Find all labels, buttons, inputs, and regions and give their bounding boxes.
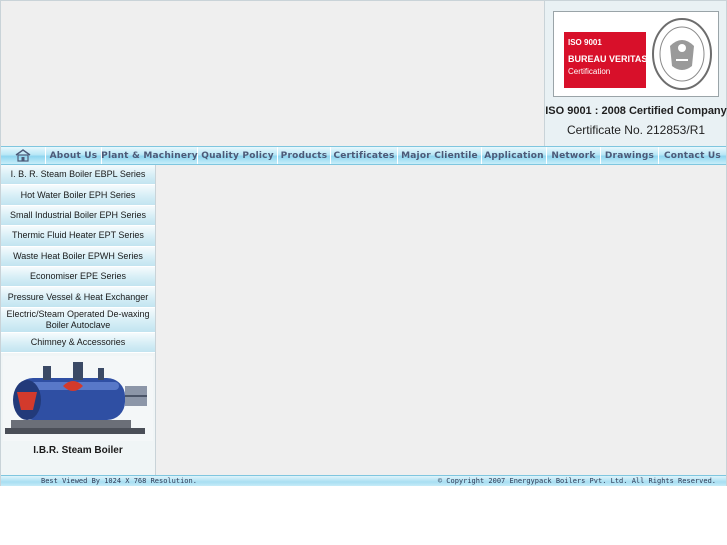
bureau-veritas-badge: ISO 9001 BUREAU VERITAS Certification	[564, 32, 648, 88]
bureau-veritas-logo: ISO 9001 BUREAU VERITAS Certification	[553, 11, 719, 97]
resolution-note: Best Viewed By 1024 X 768 Resolution.	[41, 477, 197, 485]
nav-network[interactable]: Network	[547, 147, 601, 164]
nav-plant-machinery[interactable]: Plant & Machinery	[101, 147, 198, 164]
header: ISO 9001 BUREAU VERITAS Certification IS…	[1, 1, 727, 146]
copyright-text: © Copyright 2007 Energypack Boilers Pvt.…	[437, 477, 716, 485]
sidebar-item-hot-water-boiler[interactable]: Hot Water Boiler EPH Series	[1, 185, 155, 206]
nav-application[interactable]: Application	[482, 147, 547, 164]
home-icon	[15, 149, 31, 162]
logo-iso-text: ISO 9001	[568, 38, 602, 47]
certificate-number: Certificate No. 212853/R1	[566, 123, 706, 137]
sidebar-item-dewaxing-autoclave[interactable]: Electric/Steam Operated De-waxing Boiler…	[1, 307, 155, 333]
logo-brand-text: BUREAU VERITAS	[568, 54, 648, 64]
sidebar-item-waste-heat-boiler[interactable]: Waste Heat Boiler EPWH Series	[1, 246, 155, 267]
iso-certified-title: ISO 9001 : 2008 Certified Company	[545, 105, 727, 117]
sidebar-item-ibr-steam-boiler[interactable]: I. B. R. Steam Boiler EBPL Series	[1, 165, 155, 186]
sidebar-item-pressure-vessel[interactable]: Pressure Vessel & Heat Exchanger	[1, 287, 155, 308]
boiler-image-caption: I.B.R. Steam Boiler	[33, 445, 123, 456]
top-nav: About Us Plant & Machinery Quality Polic…	[1, 146, 726, 165]
sidebar-item-chimney-accessories[interactable]: Chimney & Accessories	[1, 332, 155, 354]
main-content	[157, 165, 726, 475]
nav-about-us[interactable]: About Us	[46, 147, 102, 164]
nav-major-clientile[interactable]: Major Clientile	[398, 147, 482, 164]
sidebar-item-economiser[interactable]: Economiser EPE Series	[1, 266, 155, 288]
nav-drawings[interactable]: Drawings	[601, 147, 659, 164]
sidebar-item-thermic-fluid-heater[interactable]: Thermic Fluid Heater EPT Series	[1, 226, 155, 247]
page: ISO 9001 BUREAU VERITAS Certification IS…	[0, 0, 727, 486]
sidebar-item-small-industrial-boiler[interactable]: Small Industrial Boiler EPH Series	[1, 205, 155, 227]
nav-certificates[interactable]: Certificates	[331, 147, 398, 164]
bureau-veritas-seal-icon	[652, 18, 712, 90]
steam-boiler-image	[3, 356, 153, 441]
logo-certification-text: Certification	[568, 67, 611, 76]
certificate-panel: ISO 9001 BUREAU VERITAS Certification IS…	[544, 1, 727, 146]
nav-quality-policy[interactable]: Quality Policy	[198, 147, 278, 164]
product-sidebar: I. B. R. Steam Boiler EBPL Series Hot Wa…	[1, 165, 156, 475]
footer: Best Viewed By 1024 X 768 Resolution. © …	[1, 475, 726, 486]
nav-contact-us[interactable]: Contact Us	[659, 147, 726, 164]
nav-home[interactable]	[1, 147, 46, 164]
nav-products[interactable]: Products	[278, 147, 331, 164]
